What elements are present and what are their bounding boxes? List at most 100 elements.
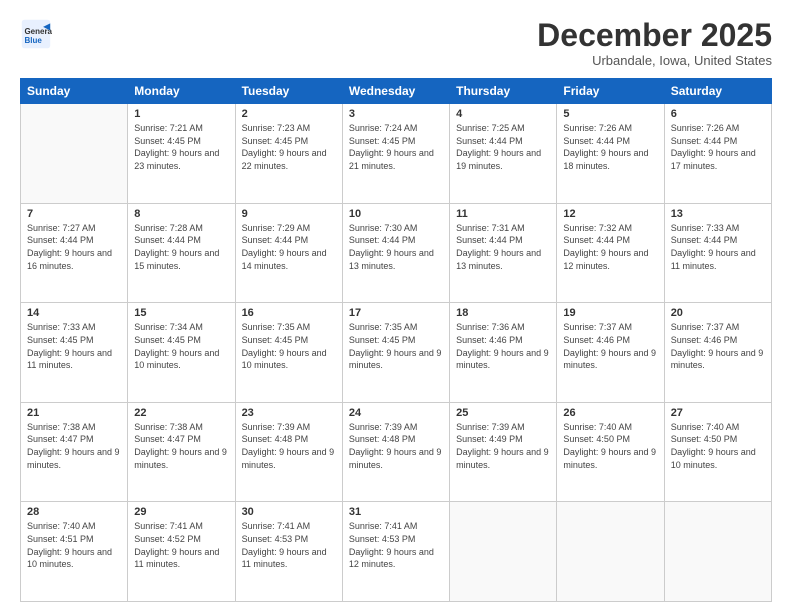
location: Urbandale, Iowa, United States — [537, 53, 772, 68]
day-number: 31 — [349, 506, 443, 518]
calendar-cell: 8Sunrise: 7:28 AMSunset: 4:44 PMDaylight… — [128, 203, 235, 303]
calendar-cell: 3 Sunrise: 7:24 AMSunset: 4:45 PMDaylight… — [342, 104, 449, 204]
calendar-cell: 21 Sunrise: 7:38 AMSunset: 4:47 PMDayligh… — [21, 402, 128, 502]
cell-sun-info: Sunrise: 7:39 AMSunset: 4:48 PMDaylight:… — [242, 421, 336, 471]
day-number: 6 — [671, 108, 765, 120]
calendar-cell: 19 Sunrise: 7:37 AMSunset: 4:46 PMDayligh… — [557, 303, 664, 403]
calendar-cell — [450, 502, 557, 602]
day-number: 1 — [134, 108, 228, 120]
page: General Blue December 2025 Urbandale, Io… — [0, 0, 792, 612]
calendar-row: 21 Sunrise: 7:38 AMSunset: 4:47 PMDayligh… — [21, 402, 772, 502]
calendar-cell: 31 Sunrise: 7:41 AMSunset: 4:53 PMDayligh… — [342, 502, 449, 602]
weekday-header-row: SundayMondayTuesdayWednesdayThursdayFrid… — [21, 79, 772, 104]
day-number: 22 — [134, 407, 228, 419]
calendar-cell: 9 Sunrise: 7:29 AMSunset: 4:44 PMDaylight… — [235, 203, 342, 303]
calendar-cell: 6Sunrise: 7:26 AMSunset: 4:44 PMDaylight… — [664, 104, 771, 204]
weekday-header-monday: Monday — [128, 79, 235, 104]
day-number: 9 — [242, 208, 336, 220]
calendar-cell: 11Sunrise: 7:31 AMSunset: 4:44 PMDayligh… — [450, 203, 557, 303]
cell-sun-info: Sunrise: 7:39 AMSunset: 4:48 PMDaylight:… — [349, 421, 443, 471]
calendar-cell: 13Sunrise: 7:33 AMSunset: 4:44 PMDayligh… — [664, 203, 771, 303]
cell-sun-info: Sunrise: 7:40 AMSunset: 4:51 PMDaylight:… — [27, 520, 121, 570]
header: General Blue December 2025 Urbandale, Io… — [20, 18, 772, 68]
calendar-row: 7 Sunrise: 7:27 AMSunset: 4:44 PMDaylight… — [21, 203, 772, 303]
cell-sun-info: Sunrise: 7:29 AMSunset: 4:44 PMDaylight:… — [242, 222, 336, 272]
day-number: 26 — [563, 407, 657, 419]
calendar-cell: 23 Sunrise: 7:39 AMSunset: 4:48 PMDayligh… — [235, 402, 342, 502]
title-block: December 2025 Urbandale, Iowa, United St… — [537, 18, 772, 68]
calendar-cell: 12 Sunrise: 7:32 AMSunset: 4:44 PMDayligh… — [557, 203, 664, 303]
month-title: December 2025 — [537, 18, 772, 53]
calendar-cell: 10 Sunrise: 7:30 AMSunset: 4:44 PMDayligh… — [342, 203, 449, 303]
cell-sun-info: Sunrise: 7:38 AMSunset: 4:47 PMDaylight:… — [27, 421, 121, 471]
cell-sun-info: Sunrise: 7:33 AMSunset: 4:45 PMDaylight:… — [27, 321, 121, 371]
cell-sun-info: Sunrise: 7:27 AMSunset: 4:44 PMDaylight:… — [27, 222, 121, 272]
cell-sun-info: Sunrise: 7:40 AMSunset: 4:50 PMDaylight:… — [563, 421, 657, 471]
calendar-cell: 29 Sunrise: 7:41 AMSunset: 4:52 PMDayligh… — [128, 502, 235, 602]
calendar-cell: 5 Sunrise: 7:26 AMSunset: 4:44 PMDaylight… — [557, 104, 664, 204]
day-number: 10 — [349, 208, 443, 220]
day-number: 27 — [671, 407, 765, 419]
weekday-header-friday: Friday — [557, 79, 664, 104]
weekday-header-saturday: Saturday — [664, 79, 771, 104]
cell-sun-info: Sunrise: 7:23 AMSunset: 4:45 PMDaylight:… — [242, 122, 336, 172]
day-number: 7 — [27, 208, 121, 220]
cell-sun-info: Sunrise: 7:37 AMSunset: 4:46 PMDaylight:… — [671, 321, 765, 371]
day-number: 5 — [563, 108, 657, 120]
calendar-cell: 25Sunrise: 7:39 AMSunset: 4:49 PMDayligh… — [450, 402, 557, 502]
weekday-header-sunday: Sunday — [21, 79, 128, 104]
cell-sun-info: Sunrise: 7:30 AMSunset: 4:44 PMDaylight:… — [349, 222, 443, 272]
cell-sun-info: Sunrise: 7:40 AMSunset: 4:50 PMDaylight:… — [671, 421, 765, 471]
weekday-header-thursday: Thursday — [450, 79, 557, 104]
calendar-cell: 17Sunrise: 7:35 AMSunset: 4:45 PMDayligh… — [342, 303, 449, 403]
cell-sun-info: Sunrise: 7:32 AMSunset: 4:44 PMDaylight:… — [563, 222, 657, 272]
weekday-header-wednesday: Wednesday — [342, 79, 449, 104]
day-number: 19 — [563, 307, 657, 319]
day-number: 29 — [134, 506, 228, 518]
day-number: 30 — [242, 506, 336, 518]
day-number: 15 — [134, 307, 228, 319]
day-number: 11 — [456, 208, 550, 220]
calendar-cell: 26 Sunrise: 7:40 AMSunset: 4:50 PMDayligh… — [557, 402, 664, 502]
cell-sun-info: Sunrise: 7:21 AMSunset: 4:45 PMDaylight:… — [134, 122, 228, 172]
day-number: 3 — [349, 108, 443, 120]
day-number: 12 — [563, 208, 657, 220]
day-number: 16 — [242, 307, 336, 319]
calendar-cell: 18 Sunrise: 7:36 AMSunset: 4:46 PMDayligh… — [450, 303, 557, 403]
cell-sun-info: Sunrise: 7:25 AMSunset: 4:44 PMDaylight:… — [456, 122, 550, 172]
cell-sun-info: Sunrise: 7:35 AMSunset: 4:45 PMDaylight:… — [349, 321, 443, 371]
calendar-cell — [21, 104, 128, 204]
cell-sun-info: Sunrise: 7:41 AMSunset: 4:52 PMDaylight:… — [134, 520, 228, 570]
cell-sun-info: Sunrise: 7:36 AMSunset: 4:46 PMDaylight:… — [456, 321, 550, 371]
calendar-row: 1 Sunrise: 7:21 AMSunset: 4:45 PMDaylight… — [21, 104, 772, 204]
calendar-cell: 24 Sunrise: 7:39 AMSunset: 4:48 PMDayligh… — [342, 402, 449, 502]
cell-sun-info: Sunrise: 7:41 AMSunset: 4:53 PMDaylight:… — [349, 520, 443, 570]
day-number: 20 — [671, 307, 765, 319]
calendar-cell: 30Sunrise: 7:41 AMSunset: 4:53 PMDayligh… — [235, 502, 342, 602]
cell-sun-info: Sunrise: 7:38 AMSunset: 4:47 PMDaylight:… — [134, 421, 228, 471]
day-number: 23 — [242, 407, 336, 419]
cell-sun-info: Sunrise: 7:37 AMSunset: 4:46 PMDaylight:… — [563, 321, 657, 371]
calendar-cell: 1 Sunrise: 7:21 AMSunset: 4:45 PMDaylight… — [128, 104, 235, 204]
day-number: 13 — [671, 208, 765, 220]
calendar-row: 14 Sunrise: 7:33 AMSunset: 4:45 PMDayligh… — [21, 303, 772, 403]
cell-sun-info: Sunrise: 7:26 AMSunset: 4:44 PMDaylight:… — [563, 122, 657, 172]
calendar-cell: 20 Sunrise: 7:37 AMSunset: 4:46 PMDayligh… — [664, 303, 771, 403]
cell-sun-info: Sunrise: 7:24 AMSunset: 4:45 PMDaylight:… — [349, 122, 443, 172]
svg-text:Blue: Blue — [24, 36, 42, 45]
calendar-cell — [557, 502, 664, 602]
day-number: 21 — [27, 407, 121, 419]
calendar-table: SundayMondayTuesdayWednesdayThursdayFrid… — [20, 78, 772, 602]
calendar-cell: 28Sunrise: 7:40 AMSunset: 4:51 PMDayligh… — [21, 502, 128, 602]
logo: General Blue — [20, 18, 52, 50]
cell-sun-info: Sunrise: 7:34 AMSunset: 4:45 PMDaylight:… — [134, 321, 228, 371]
day-number: 24 — [349, 407, 443, 419]
calendar-cell: 7 Sunrise: 7:27 AMSunset: 4:44 PMDaylight… — [21, 203, 128, 303]
calendar-cell: 16 Sunrise: 7:35 AMSunset: 4:45 PMDayligh… — [235, 303, 342, 403]
day-number: 25 — [456, 407, 550, 419]
cell-sun-info: Sunrise: 7:35 AMSunset: 4:45 PMDaylight:… — [242, 321, 336, 371]
calendar-cell: 4Sunrise: 7:25 AMSunset: 4:44 PMDaylight… — [450, 104, 557, 204]
calendar-cell: 14 Sunrise: 7:33 AMSunset: 4:45 PMDayligh… — [21, 303, 128, 403]
day-number: 18 — [456, 307, 550, 319]
day-number: 14 — [27, 307, 121, 319]
